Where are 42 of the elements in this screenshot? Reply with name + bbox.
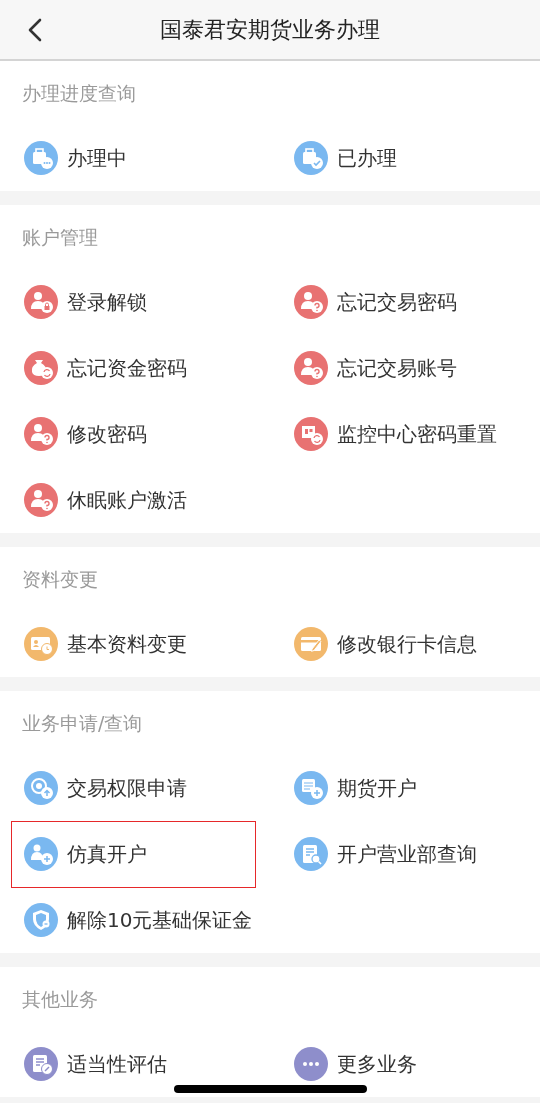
menu-item[interactable]: 忘记交易密码	[270, 269, 463, 335]
menu-item[interactable]: 修改密码	[0, 401, 153, 467]
menu-item[interactable]: 仿真开户	[0, 821, 153, 887]
menu-item[interactable]: 更多业务	[270, 1031, 423, 1097]
user-help-icon	[24, 483, 58, 517]
section-title: 业务申请/查询	[22, 710, 143, 736]
section-title: 其他业务	[22, 986, 98, 1012]
menu-item[interactable]: 解除10元基础保证金	[0, 887, 259, 953]
document-search-icon	[294, 837, 328, 871]
person-plus-icon	[24, 837, 58, 871]
page-title: 国泰君安期货业务办理	[160, 16, 380, 44]
document-pen-icon	[24, 1047, 58, 1081]
user-help-icon	[24, 417, 58, 451]
money-bag-refresh-icon	[24, 351, 58, 385]
card-pen-icon	[294, 627, 328, 661]
menu-item[interactable]: 休眠账户激活	[0, 467, 193, 533]
coin-upload-icon	[24, 771, 58, 805]
menu-item[interactable]: 期货开户	[270, 755, 423, 821]
user-lock-icon	[24, 285, 58, 319]
section-title: 办理进度查询	[22, 80, 136, 106]
user-help-icon	[294, 285, 328, 319]
menu-item[interactable]: 忘记交易账号	[270, 335, 463, 401]
menu-item[interactable]: 交易权限申请	[0, 755, 193, 821]
menu-item[interactable]: 监控中心密码重置	[270, 401, 503, 467]
menu-item[interactable]: 办理中	[0, 125, 133, 191]
more-icon	[294, 1047, 328, 1081]
menu-item[interactable]: 忘记资金密码	[0, 335, 193, 401]
menu-item[interactable]: 开户营业部查询	[270, 821, 483, 887]
menu-item[interactable]: 登录解锁	[0, 269, 153, 335]
menu-item[interactable]: 修改银行卡信息	[270, 611, 483, 677]
shield-icon	[24, 903, 58, 937]
briefcase-check-icon	[294, 141, 328, 175]
user-help-icon	[294, 351, 328, 385]
briefcase-icon	[24, 141, 58, 175]
calendar-plus-icon	[294, 771, 328, 805]
menu-item[interactable]: 适当性评估	[0, 1031, 173, 1097]
section-title: 资料变更	[22, 566, 98, 592]
menu-item[interactable]: 已办理	[270, 125, 403, 191]
monitor-refresh-icon	[294, 417, 328, 451]
menu-item[interactable]: 基本资料变更	[0, 611, 193, 677]
section-title: 账户管理	[22, 224, 98, 250]
id-card-clock-icon	[24, 627, 58, 661]
